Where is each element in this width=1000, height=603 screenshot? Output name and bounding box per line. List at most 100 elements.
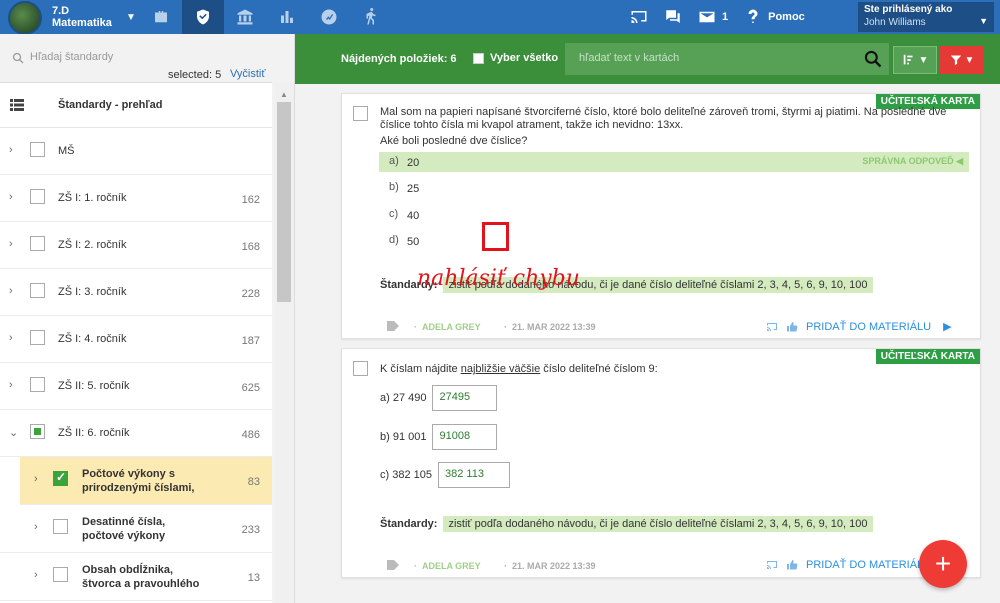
tree-item[interactable]: › ZŠ I: 1. ročník 162	[0, 175, 272, 222]
add-to-material-button[interactable]: PRIDAŤ DO MATERIÁLU	[806, 321, 931, 333]
chevron-right-icon[interactable]: ›	[9, 238, 13, 250]
add-fab-button[interactable]: +	[919, 540, 967, 588]
chevron-right-icon[interactable]: ›	[9, 285, 13, 297]
play-icon[interactable]: ▶	[943, 320, 951, 333]
found-count: Nájdených položiek: 6	[341, 53, 457, 65]
answer-key: d)	[389, 234, 399, 246]
caret-down-icon[interactable]: ▼	[126, 12, 136, 23]
class-avatar	[8, 1, 42, 35]
card-search-input[interactable]	[579, 52, 839, 64]
thumbs-up-icon[interactable]	[786, 559, 798, 571]
tree-checkbox[interactable]	[30, 142, 45, 157]
checkbox[interactable]	[473, 52, 484, 64]
label-line-1: Desatinné čísla,	[82, 516, 166, 528]
tree-checkbox[interactable]	[53, 567, 68, 582]
help-label: Pomoc	[768, 11, 805, 23]
thumbs-up-icon[interactable]	[786, 321, 798, 333]
answer-input[interactable]: 91008	[432, 424, 498, 450]
tree-item-count: 625	[241, 382, 260, 394]
question-card: UČITEĽSKÁ KARTA Mal som na papieri napís…	[341, 93, 981, 339]
question-icon	[748, 9, 758, 23]
analytics-icon[interactable]	[308, 0, 350, 34]
chevron-right-icon[interactable]: ›	[9, 332, 13, 344]
cast-icon[interactable]	[766, 559, 778, 571]
cast-icon[interactable]	[630, 8, 648, 26]
select-all-checkbox[interactable]: Vyber všetko	[473, 52, 558, 64]
chevron-right-icon[interactable]: ›	[9, 191, 13, 203]
tag-icon[interactable]	[387, 321, 399, 331]
filter-button[interactable]: ▼	[940, 46, 984, 74]
card-checkbox[interactable]	[353, 106, 368, 121]
message-count: 1	[722, 11, 729, 23]
tree-item-label: ZŠ II: 6. ročník	[58, 427, 130, 439]
messages-button[interactable]: 1	[698, 8, 728, 26]
tree-checkbox[interactable]	[30, 330, 45, 345]
shield-icon[interactable]	[182, 0, 224, 34]
tree-subitem[interactable]: › Obsah obdĺžnika, štvorca a pravouhlého…	[0, 553, 272, 601]
tree-checkbox[interactable]	[30, 377, 45, 392]
card-checkbox[interactable]	[353, 361, 368, 376]
tree-item-count: 187	[241, 335, 260, 347]
institution-icon[interactable]	[224, 0, 266, 34]
card-author: · ADELA GREY	[414, 561, 481, 571]
tree-checkbox-partial[interactable]	[30, 424, 45, 439]
tree-item[interactable]: › ZŠ I: 2. ročník 168	[0, 222, 272, 269]
standards-search: selected: 5 Vyčistiť	[0, 34, 294, 82]
chevron-right-icon[interactable]: ›	[34, 521, 38, 533]
chevron-right-icon[interactable]: ›	[9, 379, 13, 391]
clear-selection-link[interactable]: Vyčistiť	[230, 68, 266, 80]
answer-value: 20	[407, 157, 420, 169]
standards-overview-header[interactable]: Štandardy - prehľad	[0, 83, 272, 128]
standards-search-input[interactable]	[30, 51, 230, 63]
answer-input[interactable]: 382 113	[437, 462, 510, 488]
tree-item[interactable]: › ZŠ II: 5. ročník 625	[0, 363, 272, 410]
chevron-right-icon[interactable]: ›	[9, 144, 13, 156]
main-nav	[140, 0, 392, 34]
tree-checkbox-checked[interactable]	[53, 470, 68, 486]
card-footer: · ADELA GREY · 21. MAR 2022 13:39 PRIDAŤ…	[342, 556, 982, 576]
question-underlined: najbližšie väčšie	[460, 363, 541, 375]
answer-key: c)	[389, 208, 399, 220]
person-walking-icon[interactable]	[350, 0, 392, 34]
label-line-2: štvorca a pravouhlého	[82, 578, 200, 590]
correct-answer-text: SPRÁVNA ODPOVEĎ	[862, 156, 954, 166]
sort-button[interactable]: ▼	[893, 46, 937, 74]
top-actions: 1 Pomoc	[630, 0, 821, 34]
tree-checkbox[interactable]	[30, 236, 45, 251]
tree-item[interactable]: › MŠ	[0, 128, 272, 175]
answer-option: b) 25	[379, 178, 969, 198]
class-title: 7.D Matematika	[52, 5, 112, 29]
tree-item-expanded[interactable]: ⌄ ZŠ II: 6. ročník 486	[0, 410, 272, 457]
add-to-material-button[interactable]: PRIDAŤ DO MATERIÁLU	[806, 559, 931, 571]
card-author: · ADELA GREY	[414, 322, 481, 332]
standard-chip[interactable]: zistiť podľa dodaného návodu, či je dané…	[443, 516, 873, 532]
chevron-down-icon[interactable]: ⌄	[9, 426, 18, 439]
bar-chart-icon[interactable]	[266, 0, 308, 34]
tree-checkbox[interactable]	[30, 283, 45, 298]
caret-down-icon: ▼	[918, 54, 929, 66]
chat-icon[interactable]	[664, 8, 682, 26]
briefcase-icon[interactable]	[140, 0, 182, 34]
sidebar-scrollbar[interactable]: ▲	[275, 82, 294, 603]
tree-checkbox[interactable]	[30, 189, 45, 204]
scroll-up-icon[interactable]: ▲	[280, 90, 288, 99]
tree-subitem-label: Obsah obdĺžnika, štvorca a pravouhlého	[82, 563, 199, 591]
tag-icon[interactable]	[387, 560, 399, 570]
tree-subitem-selected[interactable]: › Počtové výkony s prirodzenými číslami,…	[20, 457, 272, 505]
chevron-right-icon[interactable]: ›	[34, 473, 38, 485]
tree-checkbox[interactable]	[53, 519, 68, 534]
tree-subitem[interactable]: › Desatinné čísla, počtové výkony 233	[0, 505, 272, 553]
help-button[interactable]: Pomoc	[744, 8, 805, 26]
tree-item[interactable]: › ZŠ I: 3. ročník 228	[0, 269, 272, 316]
label-line-1: Počtové výkony s	[82, 468, 175, 480]
cast-icon[interactable]	[766, 321, 778, 333]
scrollbar-thumb[interactable]	[277, 102, 291, 302]
question-text: Mal som na papieri napísané štvorciferné…	[380, 106, 947, 131]
search-icon[interactable]	[863, 49, 883, 69]
answer-input[interactable]: 27495	[432, 385, 498, 411]
user-menu[interactable]: Ste prihlásený ako John Williams ▼	[858, 2, 994, 32]
chevron-right-icon[interactable]: ›	[34, 569, 38, 581]
tree-item[interactable]: › ZŠ I: 4. ročník 187	[0, 316, 272, 363]
sort-icon	[903, 54, 913, 65]
answer-value: 40	[407, 210, 420, 222]
